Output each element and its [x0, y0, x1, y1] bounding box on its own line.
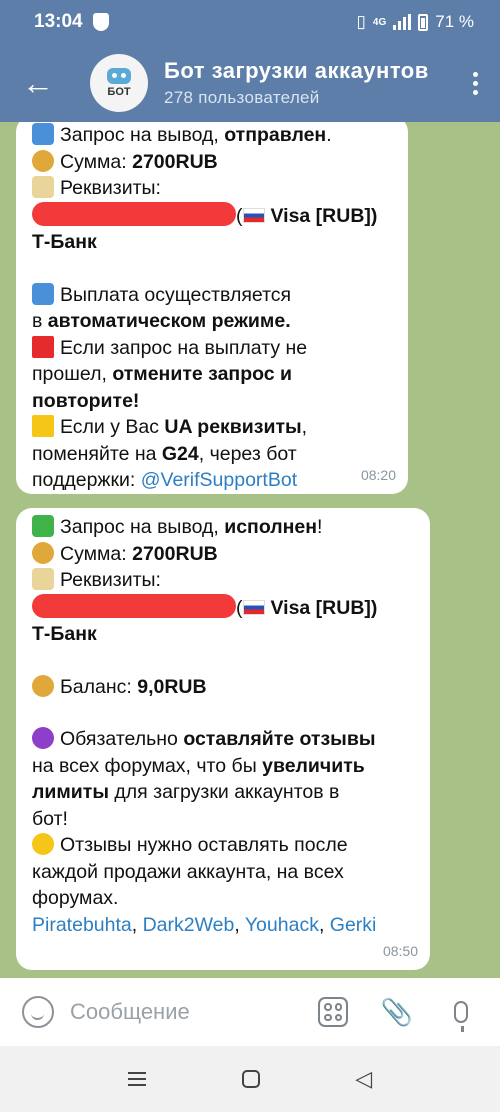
msg1-info: Выплата осуществляется [60, 283, 292, 306]
back-triangle-icon[interactable]: ◁ [355, 1066, 372, 1092]
msg2-line1: Запрос на вывод, [60, 516, 225, 538]
redacted-card-number [32, 201, 236, 226]
msg2-purple-line3: для загрузки аккаунтов в [109, 781, 340, 803]
check-mark-icon [32, 515, 54, 537]
msg2-yellow-line3: форумах. [32, 887, 119, 909]
redacted-card-number [32, 593, 236, 618]
money-bag-icon [32, 674, 54, 697]
msg2-purple-line4: бот! [32, 807, 68, 830]
msg1-status: отправлен [224, 124, 327, 146]
link-dark2web[interactable]: Dark2Web [143, 914, 235, 936]
msg2-card-type: Visa [RUB]) [270, 596, 378, 619]
chat-title: Бот загрузки аккаунтов [164, 58, 429, 83]
chat-title-area[interactable]: Бот загрузки аккаунтов 278 пользователей [164, 58, 450, 108]
system-nav-bar: ◁ [0, 1046, 500, 1112]
battery-icon [418, 13, 429, 31]
msg1-red-text: Если запрос на выплату не [60, 336, 308, 359]
refresh-icon [32, 123, 54, 145]
msg2-yellow-line1: Отзывы нужно оставлять после [60, 834, 348, 856]
chat-subtitle: 278 пользователей [164, 88, 320, 107]
link-piratebuhta[interactable]: Piratebuhta [32, 914, 132, 936]
status-time: 13:04 [34, 11, 83, 32]
msg1-info-prefix: в [32, 310, 48, 332]
msg1-red-bold: отмените запрос и [112, 363, 293, 385]
purple-circle-icon [32, 727, 54, 749]
msg1-card-type: Visa [RUB]) [270, 204, 378, 227]
msg1-red-bold2: повторите! [32, 389, 140, 412]
status-bar: 13:04 ▯ 4G 71 % [0, 0, 500, 44]
msg2-yellow-line2: каждой продажи аккаунта, на всех [32, 860, 344, 883]
msg2-status: исполнен [224, 516, 318, 538]
info-icon [32, 282, 54, 305]
msg2-req-label: Реквизиты: [60, 569, 161, 591]
shield-icon [92, 13, 109, 31]
bot-commands-icon[interactable] [316, 995, 350, 1029]
credit-card-icon [32, 176, 54, 198]
message-bubble-1[interactable]: Запрос на вывод, отправлен. Сумма: 2700R… [16, 122, 408, 494]
russia-flag-icon [242, 599, 265, 615]
msg2-time: 08:50 [382, 942, 418, 959]
msg1-red-prefix: прошел, [32, 363, 113, 385]
vibrate-icon: ▯ [356, 12, 366, 31]
message-input-bar: Сообщение 📎 [0, 978, 500, 1046]
msg2-purple-bold2: увеличить [262, 754, 365, 777]
russia-flag-icon [242, 207, 265, 223]
emoji-icon[interactable] [22, 996, 54, 1028]
msg2-limits: лимиты [32, 781, 109, 803]
msg2-sum-value: 2700RUB [132, 542, 218, 565]
msg1-yellow-line2: поменяйте на [32, 442, 162, 465]
msg1-info-bold: автоматическом режиме. [47, 310, 291, 332]
msg1-yellow-punct: , [301, 416, 308, 438]
battery-level: 71 % [435, 12, 474, 31]
avatar-label: БОТ [107, 86, 131, 98]
more-menu-icon[interactable] [450, 71, 500, 95]
msg2-purple-prefix: Обязательно [60, 728, 184, 750]
attach-icon[interactable]: 📎 [380, 995, 414, 1029]
back-arrow-icon[interactable]: ← [0, 44, 76, 122]
yellow-square-icon [32, 415, 54, 437]
msg1-yellow-prefix: Если у Вас [60, 416, 165, 438]
money-bag-icon [32, 541, 54, 564]
msg2-bank: Т-Банк [32, 623, 97, 645]
msg1-bank: Т-Банк [32, 231, 97, 253]
message-input[interactable]: Сообщение [70, 999, 316, 1025]
msg1-sum-value: 2700RUB [132, 150, 218, 173]
msg2-purple-line2: на всех форумах, что бы [32, 754, 263, 777]
msg1-yellow-line2-post: , через бот [198, 442, 297, 465]
recent-apps-icon[interactable] [127, 1072, 146, 1086]
msg2-purple-bold: оставляйте отзывы [183, 728, 376, 750]
red-square-icon [32, 335, 54, 358]
link-youhack[interactable]: Youhack [245, 914, 319, 936]
support-bot-link[interactable]: @VerifSupportBot [141, 469, 297, 491]
link-gerki[interactable]: Gerki [330, 914, 377, 936]
msg1-req-label: Реквизиты: [60, 177, 161, 199]
msg2-balance-label: Баланс: [60, 675, 138, 698]
signal-icon [393, 14, 412, 30]
home-icon[interactable] [241, 1070, 260, 1088]
robot-icon [107, 68, 131, 84]
msg1-line1: Запрос на вывод, [60, 124, 225, 146]
msg1-time: 08:20 [360, 466, 396, 483]
message-bubble-2[interactable]: Запрос на вывод, исполнен! Сумма: 2700RU… [16, 508, 430, 970]
microphone-icon[interactable] [444, 995, 478, 1032]
msg1-sum-label: Сумма: [60, 150, 133, 173]
money-bag-icon [32, 149, 54, 172]
msg2-balance-value: 9,0RUB [137, 675, 207, 698]
credit-card-icon [32, 568, 54, 590]
msg2-sum-label: Сумма: [60, 542, 133, 565]
msg2-punct: ! [317, 516, 323, 538]
network-type: 4G [372, 16, 387, 28]
msg1-punct: . [326, 124, 332, 146]
msg1-g24: G24 [161, 442, 199, 465]
avatar[interactable]: БОТ [90, 54, 148, 112]
msg1-support-label: поддержки: [32, 469, 141, 491]
chat-header: ← БОТ Бот загрузки аккаунтов 278 пользов… [0, 44, 500, 122]
msg1-yellow-bold: UA реквизиты [164, 416, 302, 438]
chat-area[interactable]: Запрос на вывод, отправлен. Сумма: 2700R… [0, 122, 500, 978]
yellow-circle-icon [32, 833, 54, 855]
